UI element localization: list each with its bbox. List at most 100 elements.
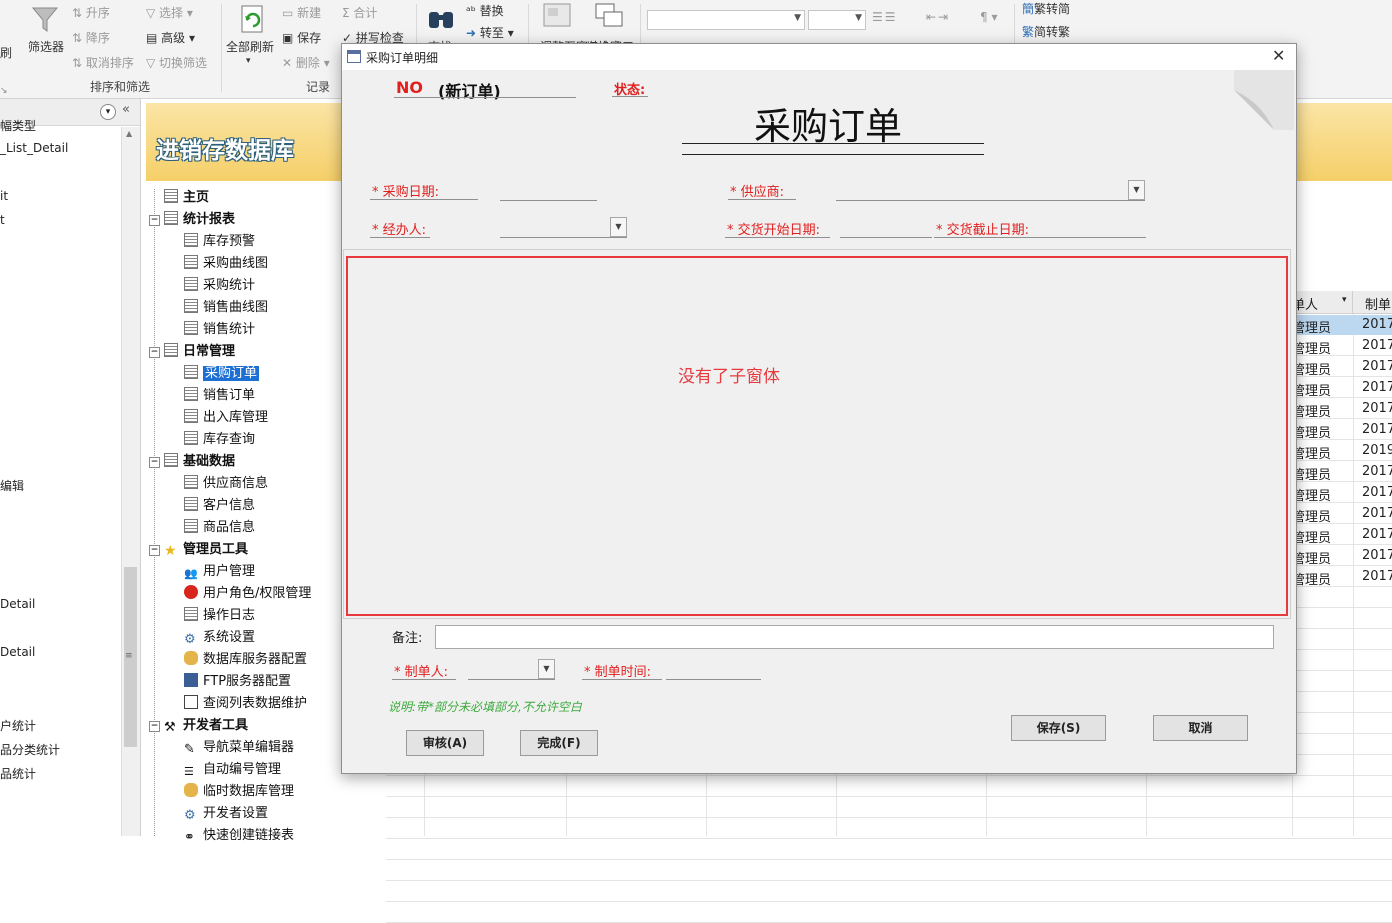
complete-button[interactable]: 完成(F) (520, 730, 598, 756)
advanced-filter-button[interactable]: ▤ 高级 ▾ (146, 29, 195, 46)
table-row[interactable]: 管理员 2017 (1292, 357, 1392, 378)
tree-item[interactable]: 采购曲线图 (184, 252, 268, 271)
nav-item[interactable]: 品分类统计 (0, 741, 60, 758)
new-record-button[interactable]: ▭ 新建 (282, 4, 321, 21)
table-row[interactable]: 管理员 2017 (1292, 546, 1392, 567)
nav-item[interactable]: _List_Detail (0, 141, 68, 155)
collapse-pane-icon[interactable]: « (122, 102, 130, 117)
ribbon-edge-label[interactable]: 刷 (0, 44, 12, 61)
audit-button[interactable]: 审核(A) (406, 730, 484, 756)
collapse-toggle-icon[interactable]: − (149, 347, 160, 358)
table-row[interactable]: 管理员 2017 (1292, 525, 1392, 546)
nav-item[interactable]: 户统计 (0, 717, 36, 734)
nav-item[interactable]: Detail (0, 645, 35, 659)
tree-item[interactable]: 销售订单 (184, 384, 255, 403)
tree-item[interactable]: − 基础数据 (149, 450, 235, 469)
table-row[interactable]: 管理员 2017 (1292, 483, 1392, 504)
save-record-button[interactable]: ▣ 保存 (282, 29, 321, 46)
table-row[interactable]: 管理员 2017 (1292, 420, 1392, 441)
font-size-combo[interactable]: ▼ (808, 10, 866, 30)
chevron-down-icon[interactable]: ▾ (1342, 295, 1347, 305)
toggle-filter-button[interactable]: ▽ 切换筛选 (146, 54, 207, 71)
supplier-combo[interactable]: ▼ (836, 180, 1145, 201)
refresh-all-button[interactable]: 全部刷新 (226, 38, 274, 55)
table-row[interactable]: 管理员 2017 (1292, 462, 1392, 483)
tree-item[interactable]: 👥 用户管理 (184, 560, 255, 581)
table-row[interactable]: 管理员 2017 (1292, 399, 1392, 420)
tree-item[interactable]: FTP服务器配置 (184, 670, 291, 689)
trad-to-simp-button[interactable]: 簡繁转简 (1022, 0, 1070, 17)
tree-item[interactable]: 销售曲线图 (184, 296, 268, 315)
chevron-down-icon[interactable]: ▼ (538, 659, 555, 679)
column-header-date[interactable]: 制单 (1353, 291, 1392, 314)
tree-item[interactable]: ✎ 导航菜单编辑器 (184, 736, 294, 757)
nav-item[interactable]: 品统计 (0, 765, 36, 782)
cancel-button[interactable]: 取消 (1153, 715, 1248, 741)
simp-to-trad-button[interactable]: 繁简转繁 (1022, 23, 1070, 40)
table-row[interactable]: 管理员 2017 (1292, 567, 1392, 588)
indent-icon[interactable]: ⇤⇥ (926, 10, 950, 24)
tree-item[interactable]: 库存查询 (184, 428, 255, 447)
tree-item[interactable]: 采购订单 (184, 362, 260, 381)
tree-item[interactable]: 库存预警 (184, 230, 255, 249)
handler-combo[interactable]: ▼ (500, 217, 627, 238)
scroll-up-icon[interactable]: ▲ (126, 129, 132, 138)
nav-item[interactable]: Detail (0, 597, 35, 611)
nav-menu-icon[interactable]: ▾ (100, 104, 116, 120)
column-header-creator[interactable]: 单人 ▾ (1292, 291, 1353, 314)
table-row[interactable]: 管理员 2019 (1292, 441, 1392, 462)
collapse-toggle-icon[interactable]: − (149, 215, 160, 226)
selection-button[interactable]: ▽ 选择 ▾ (146, 4, 193, 21)
tree-item[interactable]: 商品信息 (184, 516, 255, 535)
delivery-start-field[interactable] (840, 218, 932, 238)
tree-item[interactable]: − ⚒ 开发者工具 (149, 714, 248, 735)
paragraph-direction-icon[interactable]: ¶ ▾ (980, 10, 997, 24)
tree-item[interactable]: 出入库管理 (184, 406, 268, 425)
totals-button[interactable]: Σ 合计 (342, 4, 377, 21)
dialog-titlebar[interactable]: 采购订单明细 ✕ (342, 44, 1296, 70)
refresh-dropdown-icon[interactable]: ▾ (246, 56, 251, 66)
tree-item[interactable]: 销售统计 (184, 318, 255, 337)
table-row[interactable]: 管理员 2017 (1292, 378, 1392, 399)
chevron-down-icon[interactable]: ▼ (610, 217, 627, 237)
sort-descending-button[interactable]: ⇅ 降序 (72, 29, 110, 46)
close-icon[interactable]: ✕ (1272, 46, 1285, 65)
delivery-end-field[interactable] (934, 237, 1146, 238)
replace-button[interactable]: ᵃᵇ 替换 (466, 2, 504, 19)
tree-item[interactable]: ☰ 自动编号管理 (184, 758, 281, 779)
dialog-launcher-icon[interactable]: ↘ (0, 86, 16, 98)
nav-item[interactable]: t (0, 213, 5, 227)
purchase-date-field[interactable] (500, 180, 597, 201)
filter-button[interactable]: 筛选器 (28, 38, 64, 55)
tree-item[interactable]: 主页 (164, 186, 209, 205)
tree-item[interactable]: 操作日志 (184, 604, 255, 623)
table-row[interactable]: 管理员 2017 (1292, 504, 1392, 525)
tree-item[interactable]: 用户角色/权限管理 (184, 582, 311, 601)
collapse-toggle-icon[interactable]: − (149, 721, 160, 732)
tree-item[interactable]: − ★ 管理员工具 (149, 538, 248, 559)
goto-button[interactable]: ➜ 转至 ▾ (466, 24, 514, 41)
tree-item[interactable]: − 日常管理 (149, 340, 235, 359)
tree-item[interactable]: ⚭ 快速创建链接表 (184, 824, 294, 845)
tree-item[interactable]: 数据库服务器配置 (184, 648, 307, 667)
creator-combo[interactable]: ▼ (468, 659, 555, 680)
nav-scrollbar[interactable]: ▲ ≡ (121, 127, 140, 836)
chevron-down-icon[interactable]: ▼ (1128, 180, 1145, 200)
font-name-combo[interactable]: ▼ (647, 10, 805, 30)
collapse-toggle-icon[interactable]: − (149, 457, 160, 468)
tree-item[interactable]: 客户信息 (184, 494, 255, 513)
create-time-field[interactable] (666, 660, 761, 680)
tree-item[interactable]: ⚙ 开发者设置 (184, 802, 268, 823)
remark-input[interactable] (435, 625, 1274, 649)
tree-item[interactable]: 采购统计 (184, 274, 255, 293)
clear-sort-button[interactable]: ⇅ 取消排序 (72, 54, 134, 71)
sort-ascending-button[interactable]: ⇅ 升序 (72, 4, 110, 21)
list-bullets-icon[interactable]: ☰☰ (872, 10, 898, 24)
tree-item[interactable]: 临时数据库管理 (184, 780, 294, 799)
nav-item[interactable]: 幅类型 (0, 117, 36, 134)
table-row[interactable]: 管理员 2017 (1292, 315, 1392, 336)
tree-item[interactable]: − 统计报表 (149, 208, 235, 227)
tree-item[interactable]: 查阅列表数据维护 (184, 692, 307, 711)
delete-record-button[interactable]: ✕ 删除 ▾ (282, 54, 330, 71)
collapse-toggle-icon[interactable]: − (149, 545, 160, 556)
